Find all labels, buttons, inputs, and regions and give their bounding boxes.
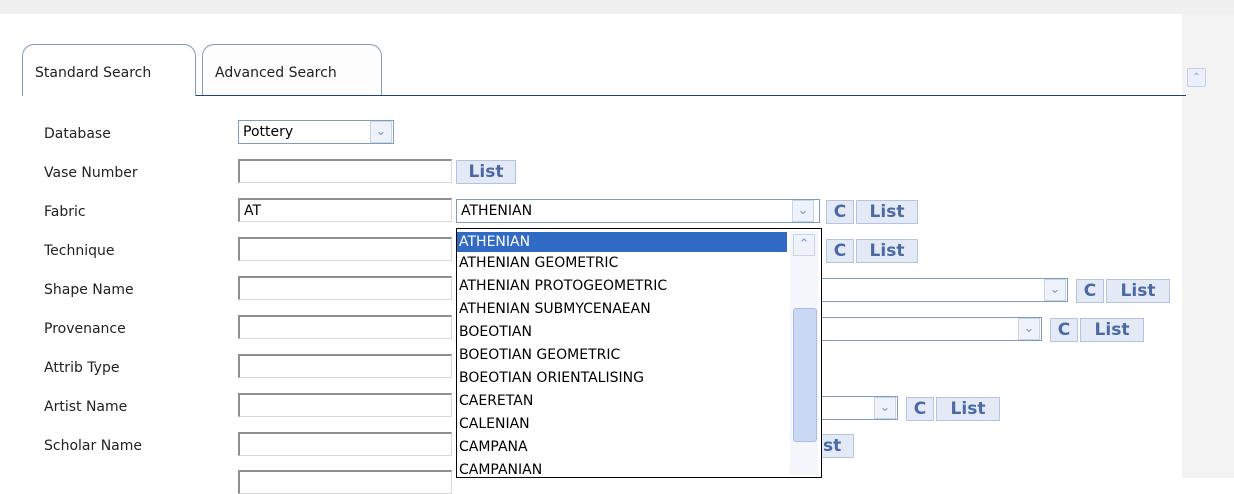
label-fabric: Fabric (44, 204, 86, 220)
vase-number-input[interactable] (238, 159, 452, 183)
dropdown-option[interactable]: ATHENIAN SUBMYCENAEAN (457, 298, 821, 321)
provenance-input[interactable] (238, 315, 452, 339)
fabric-select[interactable]: ATHENIAN (456, 199, 820, 223)
dropdown-option[interactable]: BOEOTIAN (457, 321, 821, 344)
fabric-dropdown-list[interactable]: ATHENIAN ATHENIAN GEOMETRIC ATHENIAN PRO… (456, 228, 822, 478)
fabric-input-value: AT (244, 203, 262, 219)
dropdown-scroll-thumb[interactable] (793, 308, 817, 442)
provenance-chevron-down-icon[interactable]: ⌄ (1018, 318, 1040, 340)
scholar-name-input[interactable] (238, 432, 452, 456)
shape-name-input[interactable] (238, 276, 452, 300)
label-database: Database (44, 126, 111, 142)
dropdown-option[interactable]: BOEOTIAN ORIENTALISING (457, 367, 821, 390)
database-select-value: Pottery (243, 124, 294, 140)
provenance-clear-button[interactable]: C (1050, 318, 1078, 342)
dropdown-option[interactable]: ATHENIAN GEOMETRIC (457, 252, 821, 275)
provenance-list-button[interactable]: List (1080, 318, 1144, 342)
tab-underline (196, 95, 1186, 96)
label-technique: Technique (44, 243, 115, 259)
provenance-select[interactable] (820, 317, 1042, 341)
fabric-list-button[interactable]: List (856, 200, 918, 224)
dropdown-option[interactable]: CAMPANIAN (457, 459, 821, 477)
dropdown-option[interactable]: CALENIAN (457, 413, 821, 436)
label-artist-name: Artist Name (44, 399, 128, 415)
artist-name-chevron-down-icon[interactable]: ⌄ (874, 397, 896, 419)
dropdown-option[interactable]: ATHENIAN PROTOGEOMETRIC (457, 275, 821, 298)
dropdown-scroll-up-icon[interactable]: ⌃ (793, 234, 815, 256)
artist-name-input[interactable] (238, 393, 452, 417)
technique-input[interactable] (238, 237, 452, 261)
artist-name-list-button[interactable]: List (936, 397, 1000, 421)
database-chevron-down-icon[interactable]: ⌄ (370, 121, 392, 143)
label-scholar-name: Scholar Name (44, 438, 142, 454)
technique-list-button[interactable]: List (856, 239, 918, 263)
page-scroll-up-icon[interactable]: ⌃ (1187, 68, 1206, 87)
dropdown-option[interactable]: CAERETAN (457, 390, 821, 413)
shape-name-clear-button[interactable]: C (1076, 279, 1104, 303)
label-provenance: Provenance (44, 321, 126, 337)
attrib-type-input[interactable] (238, 354, 452, 378)
tab-standard-search[interactable]: Standard Search (22, 44, 196, 96)
label-vase-number: Vase Number (44, 165, 138, 181)
window-top-band (0, 0, 1234, 14)
shape-name-list-button[interactable]: List (1106, 279, 1170, 303)
technique-clear-button[interactable]: C (826, 239, 854, 263)
label-shape-name: Shape Name (44, 282, 134, 298)
shape-name-chevron-down-icon[interactable]: ⌄ (1044, 279, 1066, 301)
vase-number-list-button[interactable]: List (456, 160, 516, 184)
dropdown-option[interactable]: CAMPANA (457, 436, 821, 459)
fabric-chevron-down-icon[interactable]: ⌄ (792, 200, 814, 222)
tab-advanced-search-label: Advanced Search (215, 65, 337, 81)
fabric-clear-button[interactable]: C (826, 200, 854, 224)
scholar-name-list-button[interactable]: st (818, 434, 854, 458)
tab-advanced-search[interactable]: Advanced Search (202, 44, 382, 96)
dropdown-option[interactable]: BOEOTIAN GEOMETRIC (457, 344, 821, 367)
fabric-select-value: ATHENIAN (461, 203, 533, 219)
dropdown-option[interactable]: ATHENIAN (457, 232, 787, 252)
label-attrib-type: Attrib Type (44, 360, 120, 376)
artist-name-clear-button[interactable]: C (906, 397, 934, 421)
next-row-input[interactable] (238, 470, 452, 494)
tab-standard-search-label: Standard Search (35, 65, 152, 81)
shape-name-select[interactable] (820, 278, 1068, 302)
fabric-input[interactable]: AT (238, 198, 452, 222)
